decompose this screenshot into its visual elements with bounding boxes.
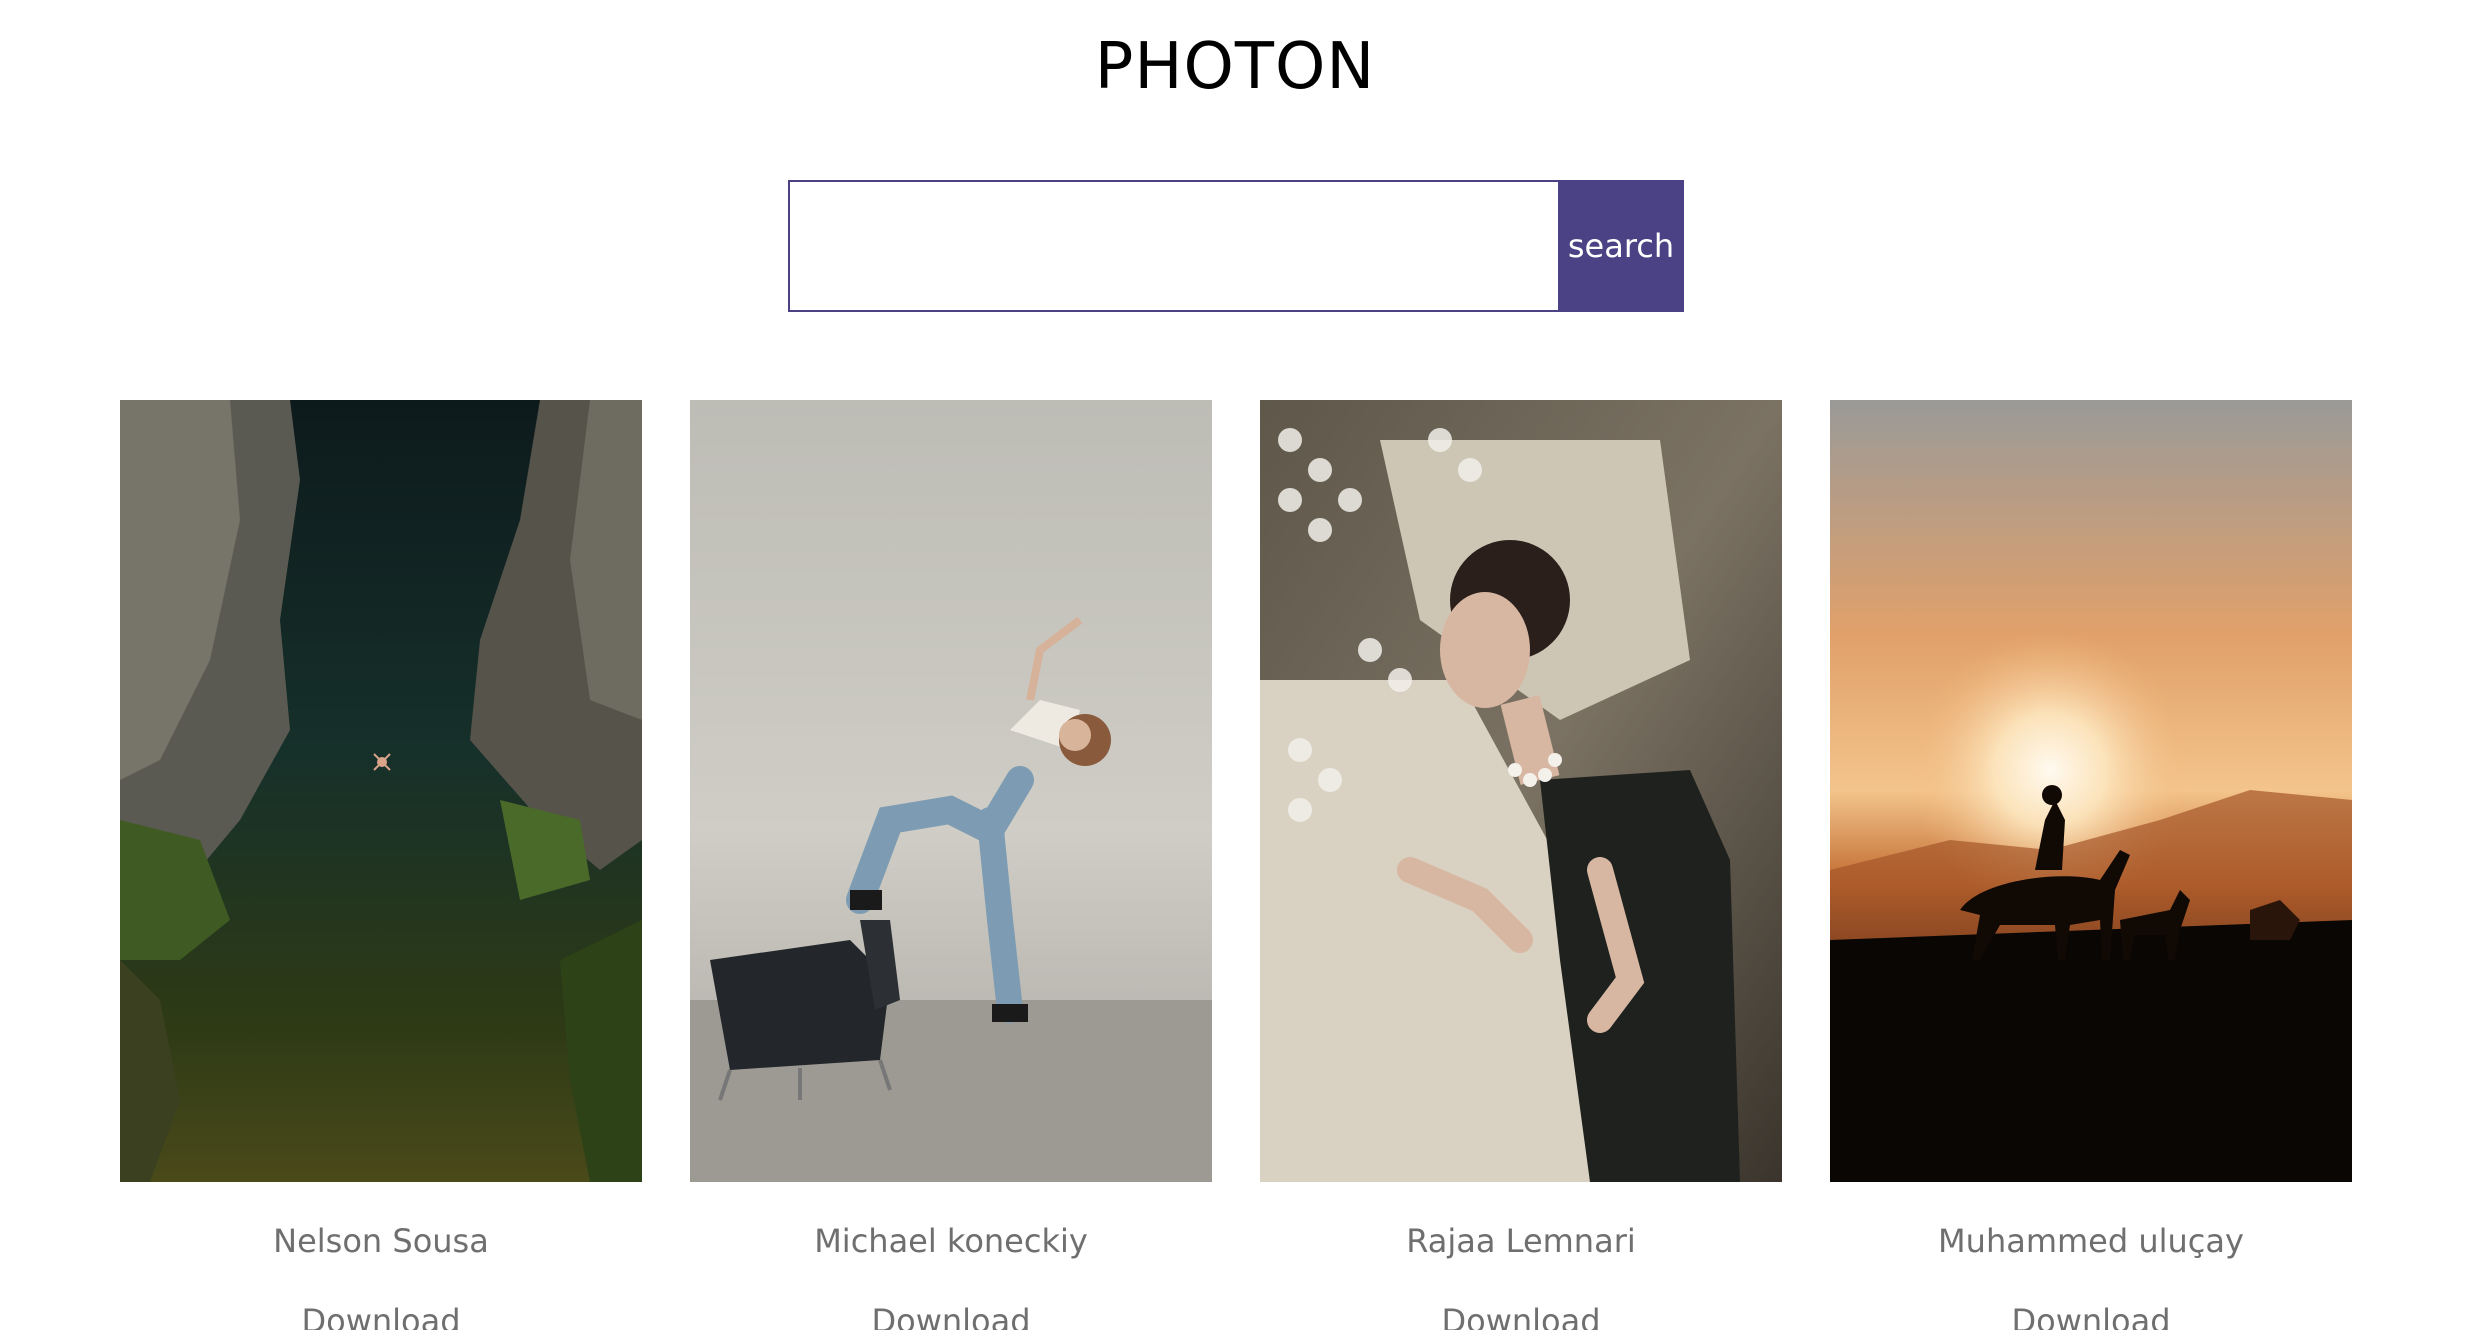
download-link[interactable]: Download: [2011, 1302, 2170, 1330]
search-form: search: [788, 180, 1684, 312]
photo-card: Muhammed uluçay Download: [1830, 400, 2352, 1330]
photo-author: Michael koneckiy: [814, 1222, 1088, 1260]
photo-image[interactable]: [690, 400, 1212, 1182]
page-title: PHOTON: [1094, 30, 1376, 104]
photo-card: Michael koneckiy Download: [690, 400, 1212, 1330]
search-button[interactable]: search: [1558, 180, 1684, 312]
search-input[interactable]: [788, 180, 1558, 312]
download-link[interactable]: Download: [871, 1302, 1030, 1330]
photo-author: Rajaa Lemnari: [1406, 1222, 1636, 1260]
page: PHOTON search Nelson Sousa Download Mich…: [0, 0, 2470, 1330]
photo-image[interactable]: [120, 400, 642, 1182]
photo-image[interactable]: [1830, 400, 2352, 1182]
photo-grid: Nelson Sousa Download Michael koneckiy D…: [120, 400, 2354, 1330]
photo-card: Rajaa Lemnari Download: [1260, 400, 1782, 1330]
download-link[interactable]: Download: [1441, 1302, 1600, 1330]
photo-image[interactable]: [1260, 400, 1782, 1182]
photo-card: Nelson Sousa Download: [120, 400, 642, 1330]
photo-author: Muhammed uluçay: [1938, 1222, 2244, 1260]
download-link[interactable]: Download: [301, 1302, 460, 1330]
photo-author: Nelson Sousa: [273, 1222, 489, 1260]
